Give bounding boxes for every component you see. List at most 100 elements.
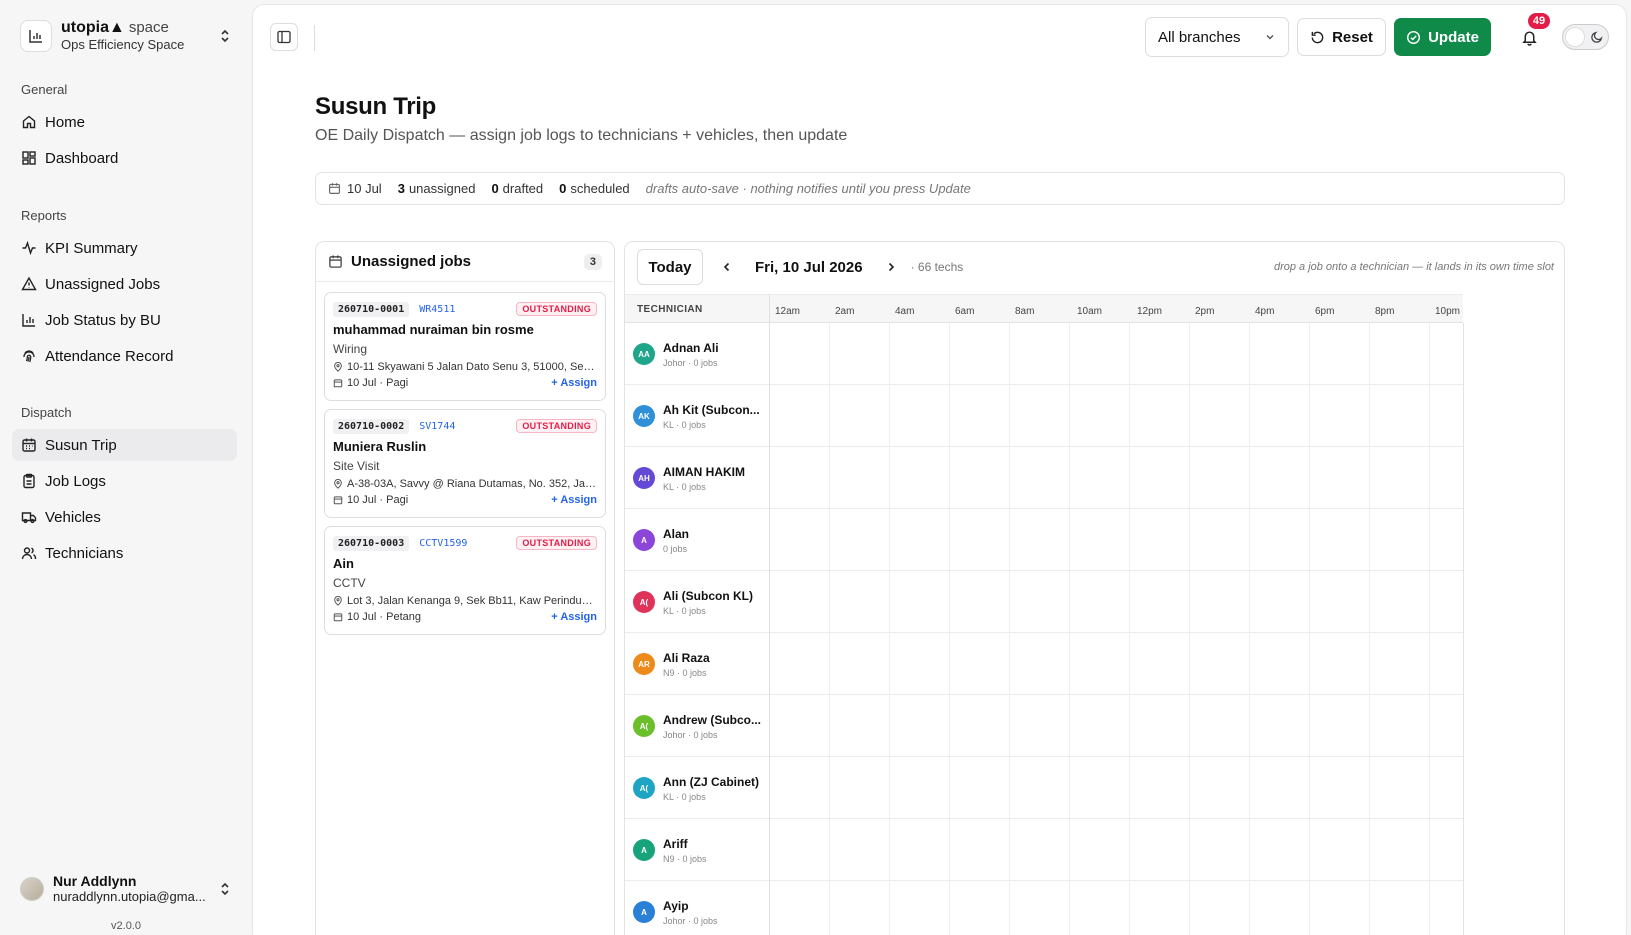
bar-chart-logo-icon — [20, 20, 52, 52]
theme-toggle[interactable] — [1562, 24, 1609, 50]
unassigned-count: 3 — [397, 181, 405, 196]
technician-row[interactable]: A Alan 0 jobs — [625, 510, 1463, 571]
assign-button[interactable]: + Assign — [551, 494, 597, 506]
technician-row[interactable]: A Ariff N9 · 0 jobs — [625, 820, 1463, 881]
brand-space: space — [128, 19, 169, 36]
moon-icon — [1590, 30, 1604, 44]
technician-row[interactable]: AA Adnan Ali Johor · 0 jobs — [625, 324, 1463, 385]
grid-line — [1069, 323, 1070, 935]
technician-name: Andrew (Subco... — [663, 713, 762, 727]
chevron-right-icon — [885, 261, 897, 273]
grid-line — [949, 323, 950, 935]
map-pin-icon — [333, 596, 343, 606]
technician-avatar: A( — [633, 715, 655, 737]
sidebar-item-job-status-by-bu[interactable]: Job Status by BU — [12, 304, 237, 336]
technician-avatar: A — [633, 839, 655, 861]
job-type: Wiring — [333, 342, 368, 356]
technician-column-header: TECHNICIAN — [637, 304, 703, 315]
hour-label: 10am — [1077, 306, 1103, 317]
dispatch-scheduler: Today Fri, 10 Jul 2026 · 66 techs drop a… — [624, 241, 1565, 935]
job-address: A-38-03A, Savvy @ Riana Dutamas, No. 352… — [347, 478, 597, 490]
hour-label: 6am — [955, 306, 975, 317]
chevrons-up-down-icon — [218, 879, 232, 899]
job-code[interactable]: CCTV1599 — [419, 538, 516, 549]
status-date: 10 Jul — [347, 181, 382, 196]
hour-label: 4am — [895, 306, 915, 317]
branch-select[interactable]: All branches — [1145, 17, 1289, 57]
sidebar-item-vehicles[interactable]: Vehicles — [12, 501, 237, 533]
job-code[interactable]: SV1744 — [419, 421, 516, 432]
job-card[interactable]: 260710-0003 CCTV1599 OUTSTANDING Ain CCTV … — [324, 526, 606, 635]
space-switcher[interactable]: utopia▲ space Ops Efficiency Space — [20, 19, 232, 52]
job-address: 10-11 Skyawani 5 Jalan Dato Senu 3, 5100… — [347, 361, 597, 373]
avatar — [20, 877, 44, 901]
divider — [314, 25, 315, 51]
dispatch-status-bar: 10 Jul 3 unassigned 0 drafted 0 scheduled d… — [315, 172, 1565, 205]
technician-row[interactable]: AR Ali Raza N9 · 0 jobs — [625, 634, 1463, 695]
tech-count: · 66 techs — [910, 260, 964, 274]
hour-label: 4pm — [1255, 306, 1275, 317]
calendar-icon — [333, 495, 343, 505]
technician-avatar: A — [633, 901, 655, 923]
fingerprint-icon — [21, 348, 37, 364]
grid-line — [1463, 323, 1464, 935]
sidebar-item-attendance-record[interactable]: Attendance Record — [12, 340, 237, 372]
technician-meta: 0 jobs — [663, 544, 688, 554]
job-schedule: 10 Jul · Pagi — [347, 494, 409, 506]
scheduled-count: 0 — [559, 181, 567, 196]
hour-label: 8pm — [1375, 306, 1395, 317]
technician-avatar: A — [633, 529, 655, 551]
technician-meta: KL · 0 jobs — [663, 606, 706, 616]
update-button[interactable]: Update — [1394, 18, 1491, 56]
calendar-icon — [333, 612, 343, 622]
grid-line — [889, 323, 890, 935]
sidebar-toggle-button[interactable] — [270, 23, 298, 51]
sidebar-item-technicians[interactable]: Technicians — [12, 537, 237, 569]
technician-name: Adnan Ali — [663, 341, 719, 355]
timeline-grid: TECHNICIAN 12am 2am 4am 6am 8am 10am 12p… — [625, 294, 1564, 935]
hour-label: 12pm — [1137, 306, 1163, 317]
sidebar-item-kpi-summary[interactable]: KPI Summary — [12, 232, 237, 264]
technician-row[interactable]: A( Ann (ZJ Cabinet) KL · 0 jobs — [625, 758, 1463, 819]
technician-avatar: AH — [633, 467, 655, 489]
technician-row[interactable]: A( Ali (Subcon KL) KL · 0 jobs — [625, 572, 1463, 633]
dashboard-icon — [21, 150, 37, 166]
technician-row[interactable]: A( Andrew (Subco... Johor · 0 jobs — [625, 696, 1463, 757]
prev-day-button[interactable] — [715, 255, 739, 279]
sidebar-item-dashboard[interactable]: Dashboard — [12, 142, 237, 174]
technician-row[interactable]: A Ayip Johor · 0 jobs — [625, 882, 1463, 935]
user-menu[interactable]: Nur Addlynn nuraddlynn.utopia@gma... — [20, 871, 232, 907]
users-icon — [21, 545, 37, 561]
assign-button[interactable]: + Assign — [551, 611, 597, 623]
technician-name: Ann (ZJ Cabinet) — [663, 775, 759, 789]
nav-group-reports: Reports — [21, 208, 67, 223]
next-day-button[interactable] — [879, 255, 903, 279]
job-card[interactable]: 260710-0002 SV1744 OUTSTANDING Muniera Rus… — [324, 409, 606, 518]
technician-row[interactable]: AK Ah Kit (Subcon... KL · 0 jobs — [625, 386, 1463, 447]
job-code[interactable]: WR4511 — [419, 304, 516, 315]
status-badge: OUTSTANDING — [516, 536, 597, 550]
sidebar-item-unassigned-jobs[interactable]: Unassigned Jobs — [12, 268, 237, 300]
sidebar-item-job-logs[interactable]: Job Logs — [12, 465, 237, 497]
technician-row[interactable]: AH AIMAN HAKIM KL · 0 jobs — [625, 448, 1463, 509]
hour-label: 10pm — [1435, 306, 1461, 317]
map-pin-icon — [333, 362, 343, 372]
sidebar-item-home[interactable]: Home — [12, 106, 237, 138]
bar-chart-icon — [21, 312, 37, 328]
technician-column-divider — [769, 294, 770, 935]
technician-meta: N9 · 0 jobs — [663, 668, 707, 678]
job-card[interactable]: 260710-0001 WR4511 OUTSTANDING muhammad nu… — [324, 292, 606, 401]
clipboard-icon — [21, 473, 37, 489]
reset-button[interactable]: Reset — [1297, 18, 1386, 56]
technician-avatar: AA — [633, 343, 655, 365]
app-version: v2.0.0 — [111, 920, 141, 932]
main-panel: All branches Reset Update 49 Susun Trip … — [252, 4, 1627, 935]
technician-meta: Johor · 0 jobs — [663, 916, 718, 926]
today-button[interactable]: Today — [637, 249, 703, 285]
page-title: Susun Trip — [315, 93, 437, 120]
assign-button[interactable]: + Assign — [551, 377, 597, 389]
sidebar-item-susun-trip[interactable]: Susun Trip — [12, 429, 237, 461]
branch-select-value: All branches — [1158, 28, 1241, 46]
calendar-icon — [328, 254, 343, 269]
unassigned-jobs-panel: Unassigned jobs 3 260710-0001 WR4511 OUTST… — [315, 241, 615, 935]
